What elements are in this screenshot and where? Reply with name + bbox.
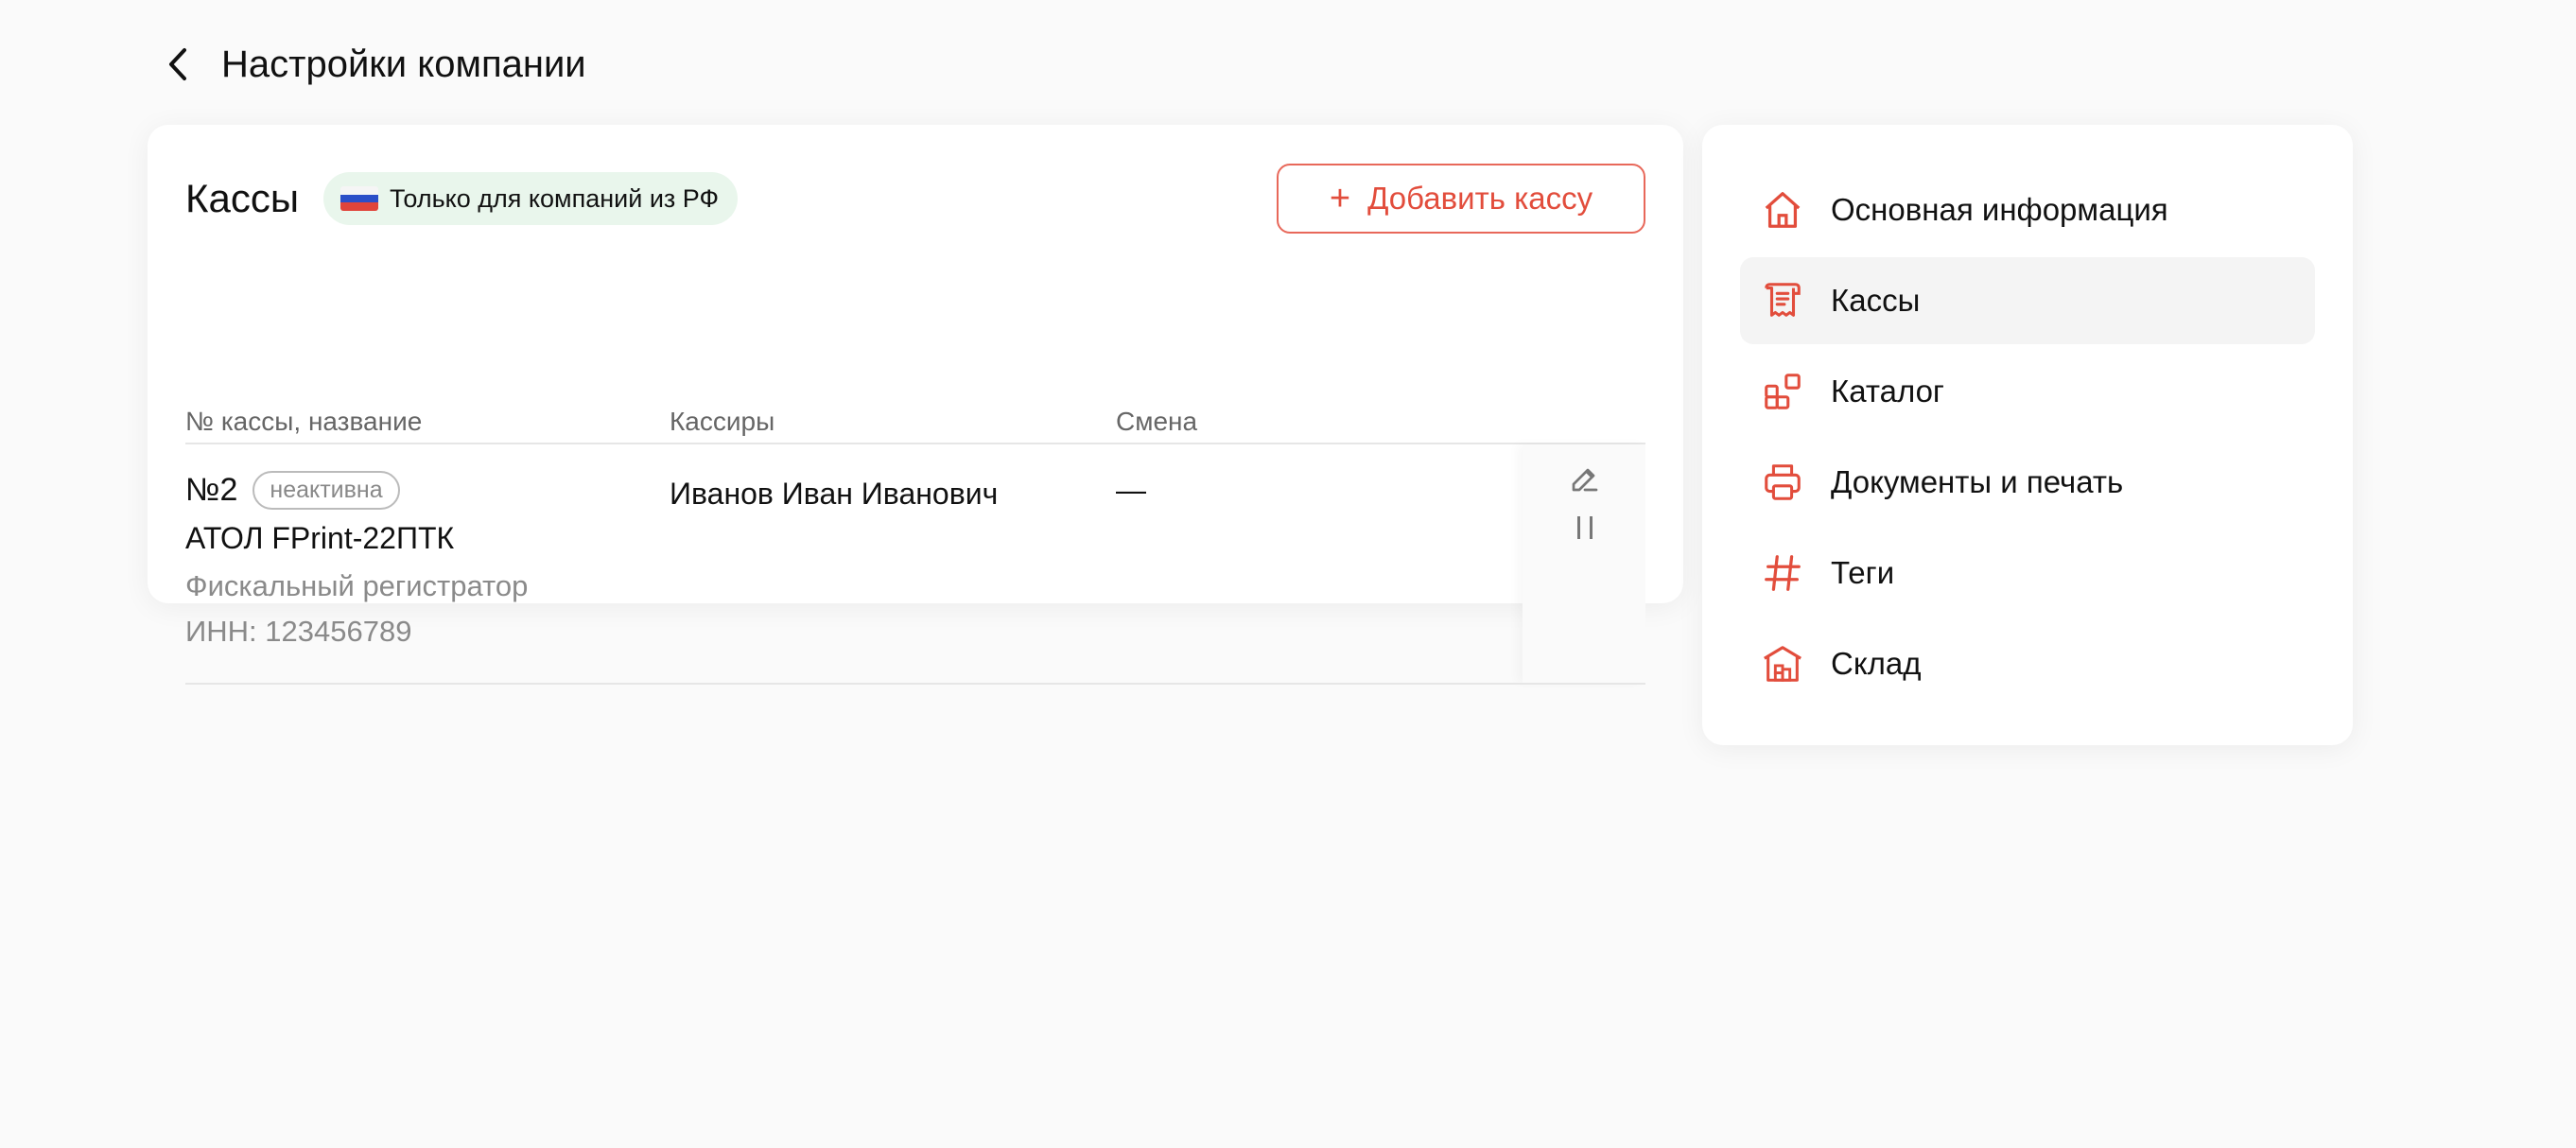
row-divider [185, 683, 1645, 685]
menu-item-main-info[interactable]: Основная информация [1740, 166, 2315, 253]
settings-menu: Основная информация Кассы Каталог Докуме… [1740, 166, 2315, 711]
menu-item-documents-print[interactable]: Документы и печать [1740, 439, 2315, 526]
pause-button[interactable] [1572, 511, 1598, 545]
section-header: Кассы Только для компаний из РФ + Добави… [185, 163, 1645, 235]
menu-item-cash-registers[interactable]: Кассы [1740, 257, 2315, 344]
column-header-number: № кассы, название [185, 407, 423, 436]
edit-button[interactable] [1568, 461, 1602, 496]
add-cash-register-button[interactable]: + Добавить кассу [1277, 164, 1645, 234]
settings-menu-card: Основная информация Кассы Каталог Докуме… [1702, 125, 2353, 745]
home-icon [1765, 192, 1801, 228]
table-row[interactable]: №2 неактивна АТОЛ FPrint-22ПТК Фискальны… [185, 444, 1645, 687]
region-badge: Только для компаний из РФ [323, 172, 739, 225]
menu-item-label: Каталог [1831, 374, 1944, 409]
menu-item-label: Теги [1831, 555, 1895, 590]
menu-item-tags[interactable]: Теги [1740, 530, 2315, 617]
plus-icon: + [1329, 179, 1351, 218]
section-title: Кассы [185, 176, 300, 220]
menu-item-label: Склад [1831, 646, 1922, 681]
pause-icon [1577, 516, 1593, 539]
receipt-icon [1765, 283, 1801, 317]
register-inn: ИНН: 123456789 [185, 615, 412, 648]
column-header-cashiers: Кассиры [670, 407, 775, 436]
register-info: №2 неактивна АТОЛ FPrint-22ПТК Фискальны… [185, 471, 528, 649]
menu-item-warehouse[interactable]: Склад [1740, 620, 2315, 707]
cash-registers-card: Кассы Только для компаний из РФ + Добави… [148, 125, 1683, 685]
status-badge: неактивна [252, 471, 400, 510]
chevron-left-icon [169, 48, 186, 80]
page-title: Настройки компании [221, 43, 586, 85]
menu-item-label: Основная информация [1831, 192, 2168, 227]
register-type: Фискальный регистратор [185, 569, 529, 602]
russia-flag-icon [340, 186, 379, 211]
column-header-shift: Смена [1116, 407, 1198, 436]
region-badge-label: Только для компаний из РФ [390, 183, 720, 213]
page-header: Настройки компании [159, 34, 586, 95]
catalog-icon [1765, 374, 1801, 409]
register-shift: — [1116, 473, 1146, 507]
row-actions [1523, 444, 1645, 683]
warehouse-icon [1764, 646, 1801, 682]
edit-icon [1572, 468, 1598, 492]
printer-icon [1765, 464, 1801, 500]
register-model: АТОЛ FPrint-22ПТК [185, 521, 455, 555]
hash-icon [1765, 555, 1801, 591]
menu-item-label: Кассы [1831, 283, 1921, 318]
menu-item-catalog[interactable]: Каталог [1740, 348, 2315, 435]
register-cashiers: Иванов Иван Иванович [670, 477, 999, 511]
menu-item-label: Документы и печать [1831, 464, 2124, 499]
add-cash-register-label: Добавить кассу [1367, 181, 1593, 216]
back-button[interactable] [159, 45, 197, 83]
register-number: №2 [185, 472, 238, 508]
